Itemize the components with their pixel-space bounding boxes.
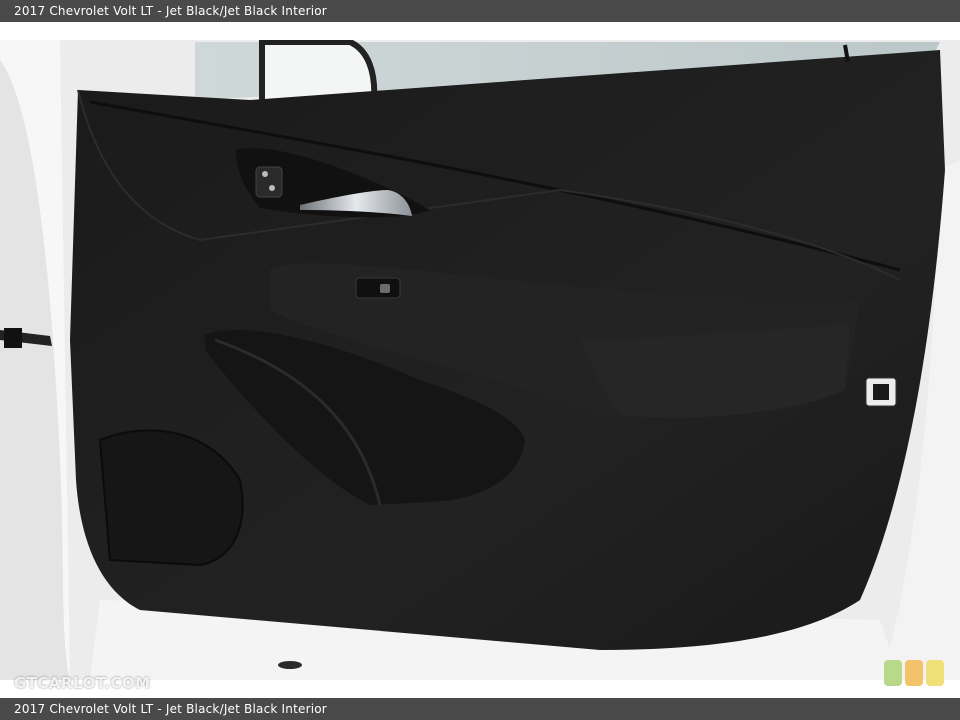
lock-icon [262, 171, 268, 177]
car-interior-photo [0, 40, 960, 680]
badge-yellow-block [926, 660, 944, 686]
caption-top-text: 2017 Chevrolet Volt LT - Jet Black/Jet B… [14, 4, 327, 18]
badge-orange-block [905, 660, 923, 686]
sill-hole [278, 661, 302, 669]
strap-mount [4, 328, 22, 348]
caption-bottom-bar: 2017 Chevrolet Volt LT - Jet Black/Jet B… [0, 698, 960, 720]
window-switch [355, 277, 401, 299]
caption-top-bar: 2017 Chevrolet Volt LT - Jet Black/Jet B… [0, 0, 960, 22]
dealer-badge [882, 658, 946, 690]
unlock-icon [269, 185, 275, 191]
lock-switch [255, 166, 283, 198]
watermark-text: GTCARLOT.COM [14, 674, 151, 692]
window-switch-button [380, 284, 390, 293]
door-panel-illustration [0, 40, 960, 680]
latch-slot [873, 384, 889, 400]
badge-green-block [884, 660, 902, 686]
caption-bottom-text: 2017 Chevrolet Volt LT - Jet Black/Jet B… [14, 702, 327, 716]
